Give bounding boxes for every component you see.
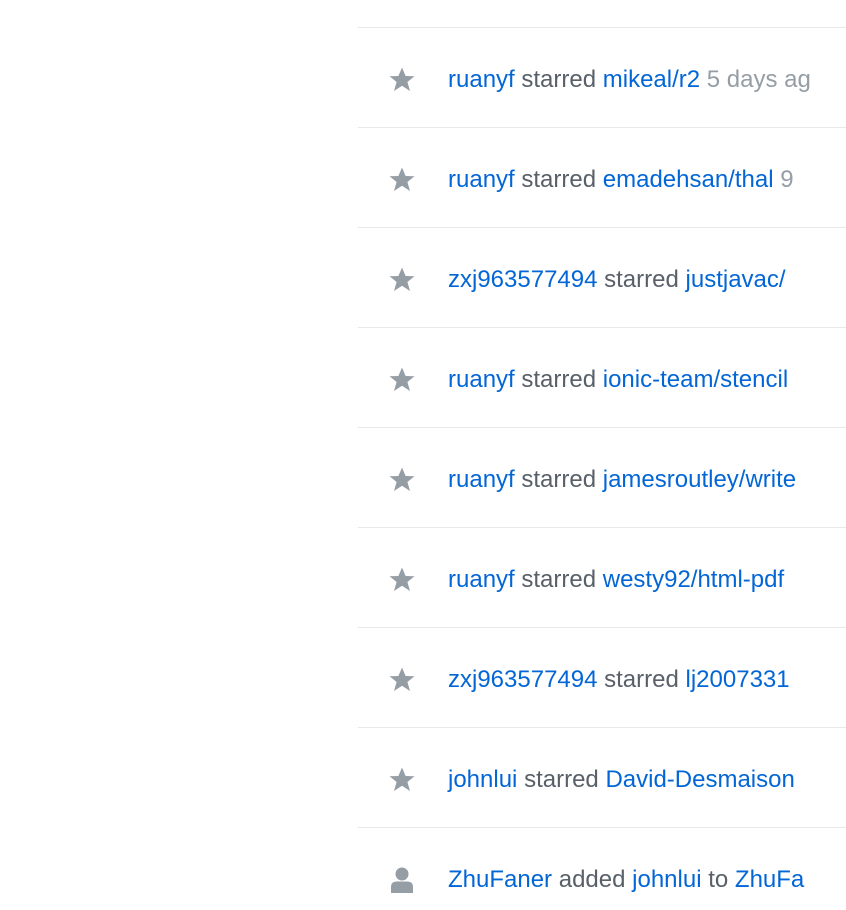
star-icon (389, 767, 415, 791)
event-actor-link[interactable]: zxj963577494 (448, 666, 597, 693)
feed-event: johnlui starred David-Desmaison (358, 727, 846, 827)
event-verb: starred (521, 66, 597, 93)
event-actor-link[interactable]: zxj963577494 (448, 266, 597, 293)
event-text: ruanyf starred emadehsan/thal 9 (448, 164, 794, 196)
event-verb: starred (524, 766, 599, 793)
star-icon (389, 267, 415, 291)
event-actor-link[interactable]: ruanyf (448, 166, 515, 193)
event-time: 9 (780, 166, 794, 193)
event-actor-link[interactable]: ZhuFaner (448, 866, 552, 893)
event-connector: to (708, 866, 729, 893)
event-actor-link[interactable]: ruanyf (448, 66, 515, 93)
event-target-link[interactable]: justjavac/ (686, 266, 786, 293)
event-verb: added (558, 866, 626, 893)
event-actor-link[interactable]: johnlui (448, 766, 517, 793)
event-target-link[interactable]: mikeal/r2 (603, 66, 700, 93)
event-text: zxj963577494 starred lj2007331 (448, 664, 790, 696)
event-verb: starred (604, 266, 679, 293)
event-verb: starred (521, 466, 597, 493)
feed-event: zxj963577494 starred justjavac/ (358, 227, 846, 327)
event-text: ruanyf starred jamesroutley/write (448, 464, 796, 496)
event-target-link[interactable]: jamesroutley/write (603, 466, 796, 493)
event-target-link[interactable]: westy92/html-pdf (603, 566, 784, 593)
event-target-link[interactable]: ionic-team/stencil (603, 366, 788, 393)
event-target-link[interactable]: johnlui (632, 866, 701, 893)
star-icon (389, 67, 415, 91)
star-icon (389, 567, 415, 591)
event-text: ruanyf starred ionic-team/stencil (448, 364, 788, 396)
event-verb: starred (521, 566, 597, 593)
person-icon (391, 867, 413, 893)
event-actor-link[interactable]: ruanyf (448, 566, 515, 593)
feed-event: ZhuFaner added johnlui to ZhuFa (358, 827, 846, 910)
feed-event: ruanyf starred ionic-team/stencil (358, 327, 846, 427)
event-text: ZhuFaner added johnlui to ZhuFa (448, 864, 804, 896)
feed-event: ruanyf starred jamesroutley/write (358, 427, 846, 527)
event-text: ruanyf starred westy92/html-pdf (448, 564, 784, 596)
event-verb: starred (604, 666, 679, 693)
event-actor-link[interactable]: ruanyf (448, 366, 515, 393)
feed-row-previous (358, 0, 846, 27)
event-target-link[interactable]: David-Desmaison (605, 766, 794, 793)
event-secondary-target-link[interactable]: ZhuFa (735, 866, 804, 893)
event-target-link[interactable]: lj2007331 (686, 666, 790, 693)
event-text: johnlui starred David-Desmaison (448, 764, 795, 796)
event-actor-link[interactable]: ruanyf (448, 466, 515, 493)
activity-feed: ruanyf starred mikeal/r2 5 days ag ruany… (358, 0, 846, 910)
event-time: 5 days ag (706, 66, 811, 93)
event-target-link[interactable]: emadehsan/thal (603, 166, 774, 193)
star-icon (389, 367, 415, 391)
star-icon (389, 667, 415, 691)
event-text: zxj963577494 starred justjavac/ (448, 264, 786, 296)
star-icon (389, 167, 415, 191)
feed-event: ruanyf starred westy92/html-pdf (358, 527, 846, 627)
event-verb: starred (521, 166, 597, 193)
event-verb: starred (521, 366, 597, 393)
star-icon (389, 467, 415, 491)
feed-event: ruanyf starred mikeal/r2 5 days ag (358, 27, 846, 127)
feed-event: ruanyf starred emadehsan/thal 9 (358, 127, 846, 227)
feed-event: zxj963577494 starred lj2007331 (358, 627, 846, 727)
event-text: ruanyf starred mikeal/r2 5 days ag (448, 64, 811, 96)
